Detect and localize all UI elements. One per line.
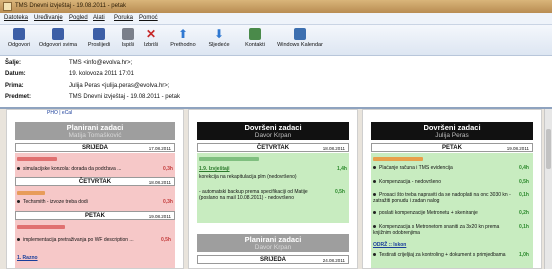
message-header: Šalje: TMS <info@evolva.hr>; Datum: 19. … xyxy=(0,56,552,109)
menu-alati[interactable]: Alati xyxy=(93,15,105,21)
task-row: Kompenzacija s Metronetom snaniti za 3x2… xyxy=(373,224,500,236)
toolbar: Odgovori Odgovori svima Proslijedi Ispiš… xyxy=(0,25,552,56)
task-row: simulacijske konzola: dorada da podržava… xyxy=(17,166,173,172)
day-header-petak: PETAK 19.08.2011 xyxy=(15,211,175,220)
done-tasks-column-right: Dovršeni zadaci Julija Peras PETAK 19.08… xyxy=(362,109,542,269)
message-body[interactable]: PHO | eCal Planirani zadaci Matija Tomaš… xyxy=(0,109,544,269)
to-value[interactable]: Julija Peras <julija.peras@evolva.hr>; xyxy=(69,83,169,89)
task-row: poslati kompenzacije Metronetu + skenira… xyxy=(373,210,511,216)
date-value: 19. kolovoza 2011 17:01 xyxy=(69,71,134,77)
delete-button[interactable]: ✕ Izbriši xyxy=(140,27,162,54)
calendar-button[interactable]: Windows Kalendar xyxy=(272,27,328,54)
menu-bar: Datoteka Uređivanje Pogled Alati Poruka … xyxy=(0,13,552,25)
print-button[interactable]: Ispiši xyxy=(118,27,138,54)
reply-all-icon xyxy=(52,28,64,40)
planned-tasks-banner: Planirani zadaci Matija Tomašković xyxy=(15,122,175,140)
scrollbar-thumb[interactable] xyxy=(546,129,551,169)
subject-label: Predmet: xyxy=(5,94,32,100)
menu-pogled[interactable]: Pogled xyxy=(69,15,88,21)
contacts-button[interactable]: Kontakti xyxy=(240,27,270,54)
done-tasks-column-middle: Dovršeni zadaci Davor Krpan ČETVRTAK 18.… xyxy=(188,109,358,269)
task-row xyxy=(17,190,173,196)
day-header-petak: PETAK 19.08.2011 xyxy=(371,143,533,152)
task-row: Testirati crijeljiaj za kontroling + dok… xyxy=(373,252,511,258)
task-row xyxy=(17,224,173,230)
forward-button[interactable]: Proslijedi xyxy=(82,27,116,54)
app-icon xyxy=(3,2,12,11)
top-link[interactable]: PHO | eCal xyxy=(7,110,183,116)
print-icon xyxy=(122,28,134,40)
reply-button[interactable]: Odgovori xyxy=(4,27,34,54)
vertical-scrollbar[interactable] xyxy=(544,109,552,269)
previous-button[interactable]: ⬆ Prethodno xyxy=(166,27,200,54)
done-tasks-banner: Dovršeni zadaci Davor Krpan xyxy=(197,122,349,140)
planned-tasks-banner: Planirani zadaci Davor Krpan xyxy=(197,234,349,252)
forward-icon xyxy=(93,28,105,40)
task-row: korekcija na rekapitulacija plm (nedovrš… xyxy=(199,174,297,180)
task-row: implementacija pretraživanja po WF descr… xyxy=(17,237,155,243)
calendar-icon xyxy=(294,28,306,40)
next-button[interactable]: ⬇ Sljedeće xyxy=(204,27,234,54)
day-header-cetvrtak: ČETVRTAK 18.08.2011 xyxy=(197,143,349,152)
down-arrow-icon: ⬇ xyxy=(213,27,225,41)
delete-icon: ✕ xyxy=(145,27,157,41)
day-header-srijeda: SRIJEDA 24.08.2011 xyxy=(197,255,349,264)
task-row: Techsmith - izvoze treba dodi 0,3h xyxy=(17,199,173,205)
task-link[interactable]: ODRŽ :: Iskon xyxy=(373,242,531,248)
task-row: - automatski backup prema specifikaciji … xyxy=(199,189,308,201)
reply-icon xyxy=(13,28,25,40)
day-header-srijeda: SRIJEDA 17.08.2011 xyxy=(15,143,175,152)
menu-datoteka[interactable]: Datoteka xyxy=(4,15,28,21)
window-title: TMS Dnevni izvještaj - 19.08.2011 - peta… xyxy=(15,3,126,9)
date-label: Datum: xyxy=(5,71,26,77)
task-link[interactable]: 1. Razno xyxy=(17,255,173,261)
task-row xyxy=(17,156,173,162)
menu-uredivanje[interactable]: Uređivanje xyxy=(34,15,63,21)
from-label: Šalje: xyxy=(5,60,22,66)
planned-tasks-column-left: PHO | eCal Planirani zadaci Matija Tomaš… xyxy=(6,109,184,269)
window-titlebar: TMS Dnevni izvještaj - 19.08.2011 - peta… xyxy=(0,0,552,13)
menu-poruka[interactable]: Poruka xyxy=(114,15,133,21)
done-tasks-banner: Dovršeni zadaci Julija Peras xyxy=(371,122,533,140)
task-row xyxy=(373,156,531,162)
reply-all-button[interactable]: Odgovori svima xyxy=(36,27,80,54)
task-row xyxy=(199,156,347,162)
contacts-icon xyxy=(249,28,261,40)
up-arrow-icon: ⬆ xyxy=(177,27,189,41)
task-block: implementacija pretraživanja po WF descr… xyxy=(15,221,175,268)
task-row: Kompenzacija - nedovršeno xyxy=(373,179,511,185)
task-row: Prosaci što treba napraviti da se nadopl… xyxy=(373,192,511,204)
to-label: Prima: xyxy=(5,83,24,89)
menu-pomoc[interactable]: Pomoć xyxy=(139,15,158,21)
task-block: Plaćanje računa i TMS evidencija 0,4h Ko… xyxy=(371,153,533,268)
day-header-cetvrtak: ČETVRTAK 18.08.2011 xyxy=(15,177,175,186)
task-row: Plaćanje računa i TMS evidencija xyxy=(373,165,511,171)
task-link[interactable]: 1.9. Izvještaji 1,4h xyxy=(199,166,347,172)
from-value[interactable]: TMS <info@evolva.hr>; xyxy=(69,60,132,66)
subject-value: TMS Dnevni izvještaj - 19.08.2011 - peta… xyxy=(69,94,180,100)
task-block: 1.9. Izvještaji 1,4h korekcija na rekapi… xyxy=(197,153,349,223)
